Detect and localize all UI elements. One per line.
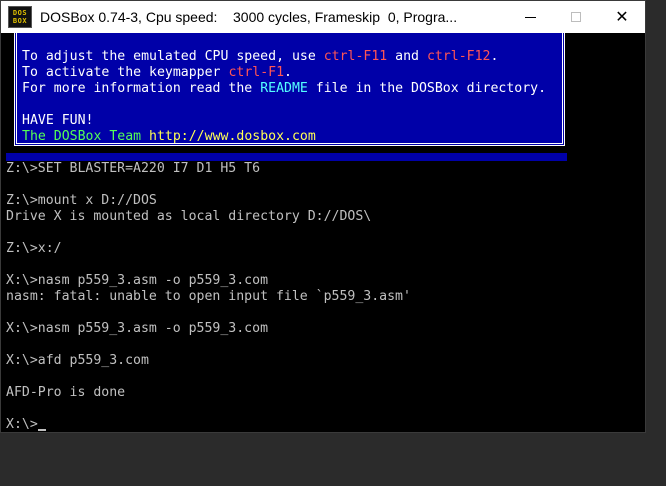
dosbox-window: DOS BOX DOSBox 0.74-3, Cpu speed: 3000 c… xyxy=(0,0,646,433)
maximize-icon xyxy=(571,12,581,22)
welcome-banner-edge xyxy=(6,153,567,161)
welcome-banner: To adjust the emulated CPU speed, use ct… xyxy=(14,33,565,146)
terminal-line: nasm: fatal: unable to open input file `… xyxy=(6,289,411,304)
minimize-button[interactable] xyxy=(507,1,553,33)
welcome-line-keymapper: To activate the keymapper ctrl-F1. xyxy=(22,65,292,80)
terminal-line: X:\>nasm p559_3.asm -o p559_3.com xyxy=(6,273,269,288)
text-cursor xyxy=(37,429,46,431)
welcome-line-cpu: To adjust the emulated CPU speed, use ct… xyxy=(22,49,499,64)
title-bar[interactable]: DOS BOX DOSBox 0.74-3, Cpu speed: 3000 c… xyxy=(1,1,645,33)
welcome-line-have-fun: HAVE FUN! xyxy=(22,113,94,128)
close-button[interactable]: ✕ xyxy=(599,1,645,33)
terminal-line: Z:\>x:/ xyxy=(6,241,62,256)
app-icon-text-top: DOS xyxy=(12,9,28,17)
app-icon-text-bottom: BOX xyxy=(12,17,28,25)
terminal-line: X:\>nasm p559_3.asm -o p559_3.com xyxy=(6,321,269,336)
maximize-button xyxy=(553,1,599,33)
close-icon: ✕ xyxy=(615,9,629,26)
dos-screen[interactable]: To adjust the emulated CPU speed, use ct… xyxy=(1,33,645,432)
welcome-line-team: The DOSBox Team http://www.dosbox.com xyxy=(22,129,316,144)
welcome-line-readme: For more information read the README fil… xyxy=(22,81,547,96)
terminal-line: X:\>afd p559_3.com xyxy=(6,353,149,368)
prompt-text: X:\> xyxy=(6,417,38,432)
terminal-line: AFD-Pro is done xyxy=(6,385,126,400)
terminal-line: Drive X is mounted as local directory D:… xyxy=(6,209,372,224)
command-prompt[interactable]: X:\> xyxy=(6,417,46,432)
terminal-line: Z:\>mount x D://DOS xyxy=(6,193,157,208)
terminal-line: Z:\>SET BLASTER=A220 I7 D1 H5 T6 xyxy=(6,161,261,176)
dosbox-app-icon[interactable]: DOS BOX xyxy=(8,6,32,28)
window-title: DOSBox 0.74-3, Cpu speed: 3000 cycles, F… xyxy=(40,9,458,25)
minimize-icon xyxy=(524,16,536,18)
